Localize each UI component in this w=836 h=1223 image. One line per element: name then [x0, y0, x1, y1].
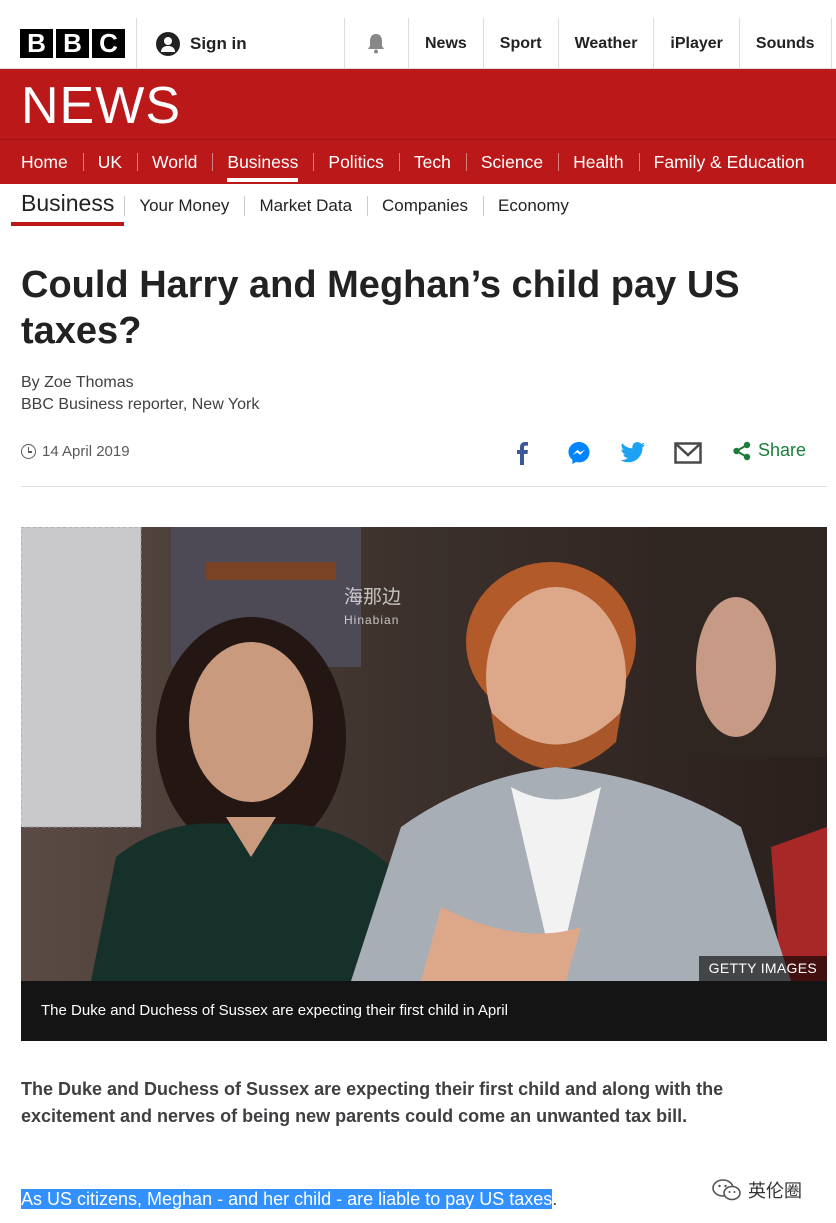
- bbc-logo[interactable]: B B C: [20, 29, 125, 58]
- wechat-icon: [712, 1179, 741, 1201]
- top-nav-news[interactable]: News: [408, 18, 483, 68]
- nav-world[interactable]: World: [137, 140, 212, 184]
- image-watermark: 海那边 Hinabian: [344, 587, 401, 631]
- top-nav-weather[interactable]: Weather: [557, 18, 654, 68]
- subnav-your-money[interactable]: Your Money: [124, 196, 244, 216]
- share-label: Share: [758, 440, 807, 460]
- subnav-market-data[interactable]: Market Data: [244, 196, 367, 216]
- logo-letter: B: [20, 29, 53, 58]
- divider: [21, 486, 827, 487]
- top-nav-iplayer[interactable]: iPlayer: [653, 18, 738, 68]
- nav-family-education[interactable]: Family & Education: [638, 140, 820, 184]
- user-icon: [156, 32, 180, 56]
- top-bar: B B C Sign in News Sport Weather iPlayer…: [0, 0, 836, 69]
- photo-illustration: [21, 527, 827, 981]
- article-lede: The Duke and Duchess of Sussex are expec…: [21, 1079, 724, 1126]
- subnav-economy[interactable]: Economy: [483, 196, 584, 216]
- nav-uk[interactable]: UK: [82, 140, 137, 184]
- section-nav: Business Your Money Market Data Companie…: [0, 184, 836, 230]
- watermark-text: 海那边: [344, 587, 402, 608]
- top-nav-sport[interactable]: Sport: [482, 18, 558, 68]
- nav-science[interactable]: Science: [465, 140, 558, 184]
- logo-letter: C: [92, 29, 125, 58]
- messenger-icon[interactable]: [564, 438, 594, 468]
- divider: [344, 18, 345, 68]
- author-name: By Zoe Thomas: [21, 374, 134, 391]
- article-image: 海那边 Hinabian GETTY IMAGES: [21, 527, 827, 981]
- top-nav-sounds[interactable]: Sounds: [738, 18, 832, 68]
- wechat-watermark: 英伦圈: [712, 1177, 802, 1203]
- subnav-companies[interactable]: Companies: [367, 196, 483, 216]
- dateline: 14 April 2019: [21, 443, 130, 460]
- news-banner: NEWS: [0, 69, 836, 139]
- bell-icon[interactable]: [365, 32, 387, 54]
- news-title[interactable]: NEWS: [21, 77, 181, 135]
- sign-in-button[interactable]: Sign in: [156, 32, 247, 56]
- image-credit: GETTY IMAGES: [698, 956, 827, 981]
- image-caption: The Duke and Duchess of Sussex are expec…: [21, 981, 827, 1041]
- nav-politics[interactable]: Politics: [313, 140, 398, 184]
- logo-letter: B: [56, 29, 89, 58]
- nav-business[interactable]: Business: [212, 140, 313, 184]
- clock-icon: [21, 444, 36, 459]
- wechat-account-name: 英伦圈: [748, 1181, 802, 1201]
- section-title[interactable]: Business: [11, 184, 125, 226]
- nav-tech[interactable]: Tech: [398, 140, 466, 184]
- share-button[interactable]: Share: [732, 440, 806, 461]
- author-role: BBC Business reporter, New York: [21, 396, 260, 413]
- top-nav: News Sport Weather iPlayer Sounds: [408, 18, 832, 68]
- email-icon[interactable]: [673, 438, 703, 468]
- publish-date: 14 April 2019: [42, 443, 130, 460]
- divider: [136, 18, 137, 68]
- byline: By Zoe Thomas BBC Business reporter, New…: [21, 372, 259, 416]
- watermark-subtext: Hinabian: [344, 613, 400, 627]
- paragraph-end: .: [552, 1189, 558, 1209]
- nav-home[interactable]: Home: [0, 140, 83, 184]
- twitter-icon[interactable]: [618, 438, 648, 468]
- nav-health[interactable]: Health: [558, 140, 639, 184]
- sign-in-label: Sign in: [190, 34, 247, 53]
- facebook-icon[interactable]: [507, 438, 537, 468]
- selected-text[interactable]: As US citizens, Meghan - and her child -…: [21, 1189, 553, 1209]
- main-nav: Home UK World Business Politics Tech Sci…: [0, 139, 836, 184]
- article-headline: Could Harry and Meghan’s child pay US ta…: [21, 264, 740, 352]
- share-icon: [733, 441, 751, 460]
- article-paragraph: As US citizens, Meghan - and her child -…: [21, 1187, 557, 1211]
